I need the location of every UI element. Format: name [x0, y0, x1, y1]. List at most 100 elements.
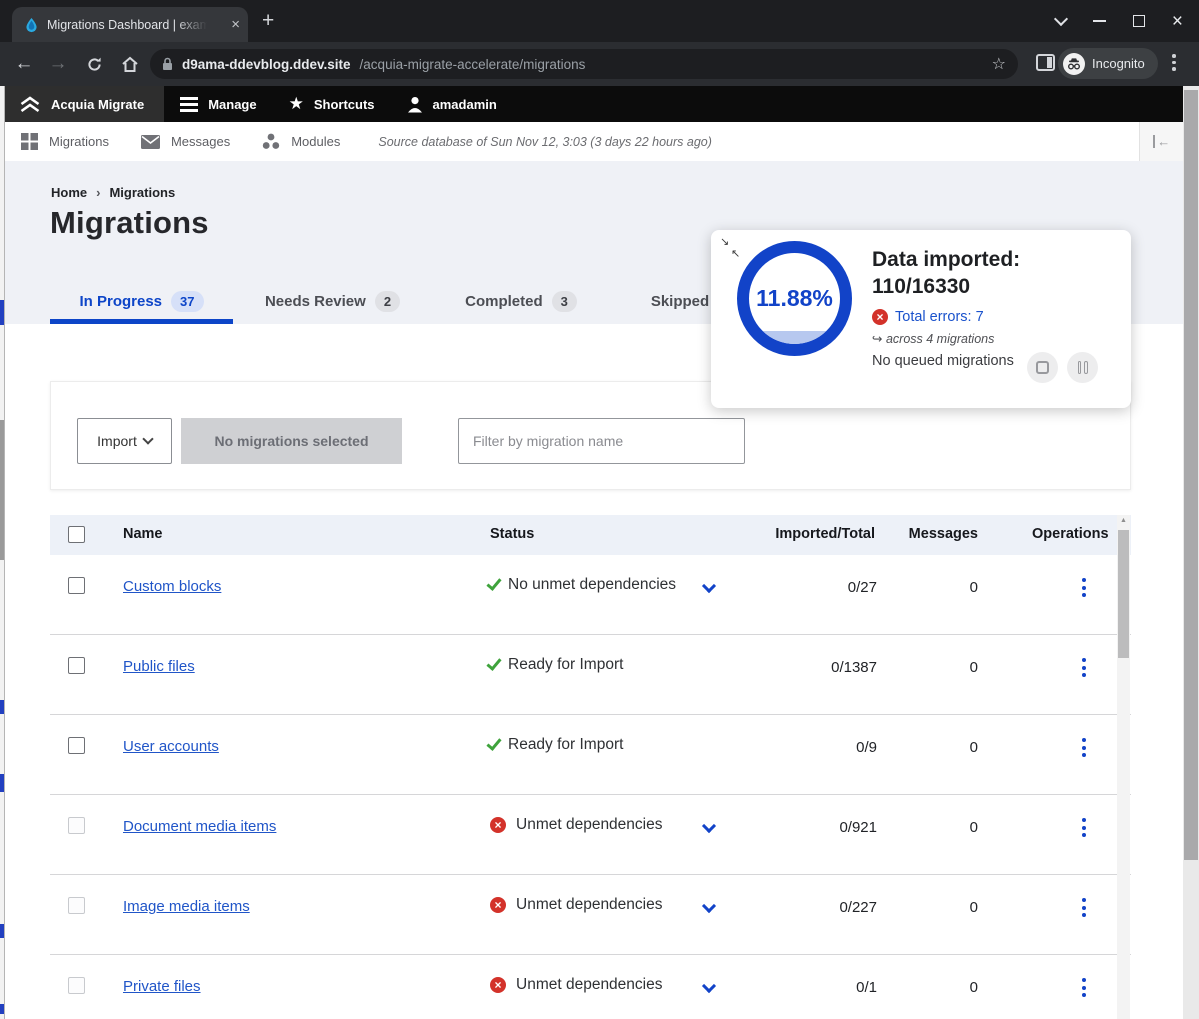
- error-icon: [490, 897, 506, 913]
- star-icon: ★: [289, 94, 304, 114]
- admin-item-label: Shortcuts: [314, 97, 375, 112]
- imported-total-cell: 0/227: [740, 899, 877, 916]
- status-text: Unmet dependencies: [516, 896, 663, 914]
- row-operations-menu[interactable]: [1082, 658, 1086, 677]
- hook-arrow-icon: ↪: [872, 332, 882, 346]
- modules-icon: [262, 133, 280, 150]
- toolbar-item-messages[interactable]: Messages: [125, 134, 246, 149]
- admin-item-label: Acquia Migrate: [51, 97, 144, 112]
- resize-arrow-icon[interactable]: ↘: [720, 237, 729, 248]
- minimize-icon[interactable]: [1093, 20, 1106, 22]
- tab-close-icon[interactable]: ×: [231, 17, 240, 32]
- url-domain: d9ama-ddevblog.ddev.site: [182, 57, 351, 72]
- admin-item-manage[interactable]: Manage: [164, 86, 272, 122]
- breadcrumb-home-link[interactable]: Home: [51, 185, 87, 200]
- row-checkbox: [68, 977, 85, 994]
- status-cell: Unmet dependencies: [490, 976, 663, 994]
- admin-item-label: Manage: [208, 97, 256, 112]
- collapse-arrow-icon: ←: [1157, 135, 1170, 148]
- address-bar[interactable]: d9ama-ddevblog.ddev.site /acquia-migrate…: [150, 49, 1018, 79]
- reload-icon[interactable]: [82, 52, 106, 76]
- envelope-icon: [141, 135, 160, 149]
- row-operations-menu[interactable]: [1082, 578, 1086, 597]
- lock-icon: [162, 57, 173, 71]
- import-dropdown-button[interactable]: Import: [77, 418, 172, 464]
- status-expand-chevron[interactable]: [702, 579, 716, 593]
- tab-completed[interactable]: Completed 3: [458, 279, 584, 324]
- filter-input[interactable]: [458, 418, 745, 464]
- migration-name-link[interactable]: Custom blocks: [123, 578, 221, 595]
- messages-cell: 0: [900, 739, 978, 756]
- maximize-icon[interactable]: [1133, 15, 1145, 27]
- acquia-chevrons-icon: [19, 96, 41, 113]
- migration-name-link[interactable]: Image media items: [123, 898, 250, 915]
- browser-menu-icon[interactable]: [1172, 54, 1176, 71]
- new-tab-button[interactable]: +: [262, 9, 274, 33]
- breadcrumb-separator: ›: [96, 185, 100, 200]
- toolbar-item-migrations[interactable]: Migrations: [5, 133, 125, 150]
- user-icon: [407, 96, 423, 113]
- tab-count-badge: 3: [552, 291, 577, 312]
- row-operations-menu[interactable]: [1082, 898, 1086, 917]
- error-icon: [490, 977, 506, 993]
- status-cell: Unmet dependencies: [490, 816, 663, 834]
- table-row: Image media items Unmet dependencies 0/227…: [50, 875, 1131, 955]
- status-cell: Ready for Import: [490, 656, 623, 674]
- migration-name-link[interactable]: Private files: [123, 978, 201, 995]
- secondary-toolbar: Migrations Messages Modules Source datab…: [5, 122, 1183, 161]
- total-errors-link[interactable]: Total errors: 7: [895, 309, 984, 325]
- background-window-edge: [0, 86, 5, 1019]
- status-expand-chevron[interactable]: [702, 979, 716, 993]
- bookmark-star-icon[interactable]: ☆: [992, 54, 1006, 74]
- row-operations-menu[interactable]: [1082, 818, 1086, 837]
- status-cell: No unmet dependencies: [490, 576, 676, 594]
- select-all-checkbox[interactable]: [68, 526, 85, 543]
- stop-button[interactable]: [1027, 352, 1058, 383]
- row-operations-menu[interactable]: [1082, 978, 1086, 997]
- tab-in-progress[interactable]: In Progress37: [50, 279, 233, 324]
- tab-label: Completed: [465, 293, 543, 310]
- row-operations-menu[interactable]: [1082, 738, 1086, 757]
- window-close-icon[interactable]: ×: [1172, 12, 1183, 31]
- status-expand-chevron[interactable]: [702, 899, 716, 913]
- tab-label: Skipped: [651, 293, 709, 310]
- row-checkbox[interactable]: [68, 657, 85, 674]
- browser-tab-strip: Migrations Dashboard | example × + ×: [0, 0, 1199, 42]
- across-migrations-text: across 4 migrations: [886, 332, 994, 346]
- status-expand-chevron[interactable]: [702, 819, 716, 833]
- toolbar-collapse-button[interactable]: ←: [1139, 122, 1183, 161]
- page-title: Migrations: [50, 205, 209, 241]
- tab-count-badge: 2: [375, 291, 400, 312]
- back-icon[interactable]: ←: [12, 52, 36, 76]
- incognito-icon: [1063, 53, 1085, 75]
- resize-arrow-icon[interactable]: ↖: [731, 249, 740, 260]
- messages-cell: 0: [900, 899, 978, 916]
- home-icon[interactable]: [118, 52, 142, 76]
- scroll-up-icon[interactable]: ▲: [1117, 517, 1130, 524]
- admin-item-user[interactable]: amadamin: [391, 86, 513, 122]
- admin-item-acquia-migrate[interactable]: Acquia Migrate: [5, 86, 164, 122]
- row-checkbox[interactable]: [68, 737, 85, 754]
- migration-name-link[interactable]: Public files: [123, 658, 195, 675]
- tab-needs-review[interactable]: Needs Review2: [255, 279, 410, 324]
- side-panel-icon[interactable]: [1036, 54, 1055, 71]
- data-imported-count: 110/16330: [872, 273, 1117, 300]
- table-scrollbar[interactable]: ▲: [1117, 515, 1130, 1019]
- row-checkbox[interactable]: [68, 577, 85, 594]
- url-path: /acquia-migrate-accelerate/migrations: [360, 57, 586, 72]
- progress-ring-fill: [749, 331, 840, 344]
- toolbar-item-modules[interactable]: Modules: [246, 133, 356, 150]
- toolbar-item-label: Migrations: [49, 134, 109, 149]
- table-scrollbar-thumb[interactable]: [1118, 530, 1129, 658]
- table-header-row: NameStatusImported/TotalMessagesOperatio…: [50, 515, 1131, 555]
- pause-button[interactable]: [1067, 352, 1098, 383]
- search-tabs-icon[interactable]: [1054, 12, 1068, 26]
- row-checkbox: [68, 817, 85, 834]
- window-scrollbar-thumb[interactable]: [1184, 90, 1198, 860]
- window-scrollbar[interactable]: [1183, 86, 1199, 1019]
- migration-name-link[interactable]: Document media items: [123, 818, 276, 835]
- migration-name-link[interactable]: User accounts: [123, 738, 219, 755]
- admin-item-shortcuts[interactable]: ★ Shortcuts: [273, 86, 391, 122]
- error-icon: [872, 309, 888, 325]
- browser-tab[interactable]: Migrations Dashboard | example ×: [12, 7, 248, 42]
